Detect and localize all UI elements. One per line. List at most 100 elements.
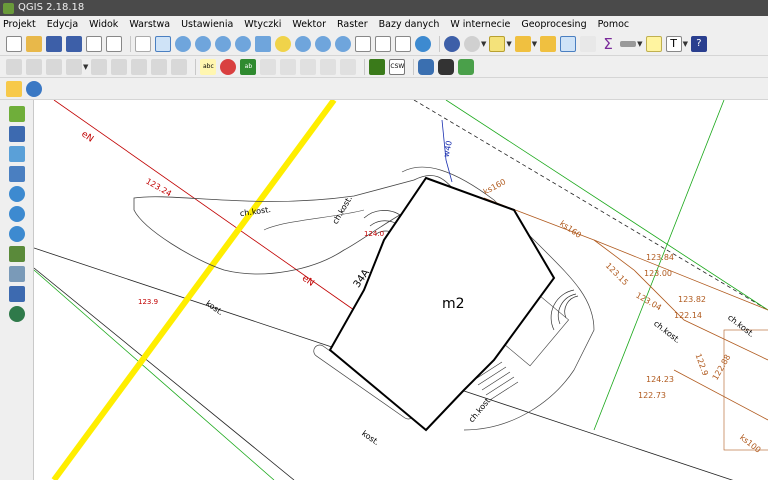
new-print-composer-icon[interactable]	[86, 35, 102, 52]
layers-plugin-icon[interactable]	[458, 58, 475, 75]
label-change-icon[interactable]	[300, 58, 317, 75]
save-project-icon[interactable]	[46, 35, 62, 52]
map-tips-icon[interactable]	[645, 35, 662, 52]
menu-edycja[interactable]: Edycja	[47, 19, 78, 30]
help-icon[interactable]: ?	[690, 35, 707, 52]
save-as-icon[interactable]	[66, 35, 82, 52]
chevron-down-icon[interactable]: ▼	[683, 40, 688, 48]
add-raster-layer-icon[interactable]	[8, 126, 25, 142]
chevron-down-icon[interactable]: ▼	[532, 40, 537, 48]
add-wfs-layer-icon[interactable]	[8, 226, 25, 242]
add-postgis-layer-icon[interactable]	[8, 146, 25, 162]
new-shapefile-icon[interactable]	[8, 286, 25, 302]
qgis-logo-icon	[3, 2, 14, 14]
open-project-icon[interactable]	[26, 35, 42, 52]
binoculars-icon[interactable]	[438, 58, 455, 75]
python-console-icon[interactable]	[418, 58, 435, 75]
menu-pomoc[interactable]: Pomoc	[598, 19, 630, 30]
run-action-icon[interactable]	[464, 35, 480, 52]
chevron-down-icon[interactable]: ▼	[481, 40, 486, 48]
menu-projekt[interactable]: Projekt	[3, 19, 36, 30]
menu-warstwa[interactable]: Warstwa	[129, 19, 170, 30]
add-geonode-icon[interactable]	[8, 306, 25, 322]
select-by-value-icon[interactable]	[514, 35, 531, 52]
menu-wektor[interactable]: Wektor	[292, 19, 326, 30]
chevron-down-icon[interactable]: ▼	[506, 40, 511, 48]
label-pin-icon[interactable]	[220, 58, 237, 75]
kost-label-2: kost.	[360, 429, 381, 447]
field-calculator-icon[interactable]	[580, 35, 597, 52]
label-show-hide-icon[interactable]	[320, 58, 337, 75]
chevron-down-icon[interactable]: ▼	[637, 40, 642, 48]
identify-icon[interactable]	[444, 35, 460, 52]
building-label: m2	[442, 296, 465, 312]
menu-widok[interactable]: Widok	[89, 19, 118, 30]
toolbar-separator	[130, 35, 131, 52]
pan-map-icon[interactable]	[155, 35, 171, 52]
label-highlight-icon[interactable]: ab	[240, 58, 257, 75]
menu-ustawienia[interactable]: Ustawienia	[181, 19, 233, 30]
menu-raster[interactable]: Raster	[337, 19, 368, 30]
composer-manager-icon[interactable]	[106, 35, 122, 52]
node-tool-icon[interactable]	[91, 58, 108, 75]
zoom-out-icon[interactable]	[215, 35, 231, 52]
text-annotation-icon[interactable]: T	[665, 35, 682, 52]
refresh-icon[interactable]	[415, 35, 431, 52]
measure-icon[interactable]	[620, 40, 637, 47]
layer-toolbar	[0, 100, 34, 480]
zoom-next-icon[interactable]	[335, 35, 351, 52]
en-label-mid: eN	[300, 274, 316, 289]
add-wms-layer-icon[interactable]	[8, 186, 25, 202]
delete-selected-icon[interactable]	[111, 58, 128, 75]
settings-gear-icon[interactable]	[26, 80, 42, 97]
menu-w-internecie[interactable]: W internecie	[450, 19, 510, 30]
chevron-down-icon[interactable]: ▼	[83, 63, 88, 71]
height-123-15: 123.15	[604, 261, 630, 287]
cut-features-icon[interactable]	[131, 58, 148, 75]
menu-wtyczki[interactable]: Wtyczki	[244, 19, 281, 30]
chkost-label-1: ch.kost.	[239, 205, 271, 218]
plugin-leaf-icon[interactable]	[369, 58, 386, 75]
label-move-icon[interactable]	[260, 58, 277, 75]
select-features-icon[interactable]	[489, 35, 506, 52]
new-map-view-icon[interactable]	[355, 35, 371, 52]
csw-icon[interactable]: CSW	[389, 58, 406, 75]
map-drawing[interactable]: m2 34A eN eN w40 ks160 ks160 ks100 123.2…	[34, 100, 768, 480]
utility-chamber-rect	[723, 329, 768, 451]
pan-to-selection-icon[interactable]	[175, 35, 191, 52]
deselect-icon[interactable]	[540, 35, 557, 52]
statistics-sigma-icon[interactable]: Σ	[600, 36, 616, 52]
ks100-label: ks100	[738, 433, 763, 455]
label-rotate-icon[interactable]	[280, 58, 297, 75]
entrance-arc	[564, 295, 579, 319]
toggle-editing-icon[interactable]	[26, 58, 42, 75]
add-feature-icon[interactable]	[66, 58, 82, 75]
zoom-selection-icon[interactable]	[275, 35, 291, 52]
menu-bazy-danych[interactable]: Bazy danych	[379, 19, 440, 30]
zoom-native-icon[interactable]	[235, 35, 251, 52]
add-vector-layer-icon[interactable]	[8, 106, 25, 122]
label-properties-icon[interactable]	[340, 58, 357, 75]
show-bookmarks-icon[interactable]	[395, 35, 411, 52]
add-wcs-layer-icon[interactable]	[8, 206, 25, 222]
pen-flag-icon[interactable]	[6, 80, 22, 97]
add-virtual-layer-icon[interactable]	[8, 266, 25, 282]
save-edits-icon[interactable]	[46, 58, 62, 75]
new-project-icon[interactable]	[6, 35, 22, 52]
label-abc-icon[interactable]: abc	[200, 58, 217, 75]
zoom-layer-icon[interactable]	[295, 35, 311, 52]
attribute-table-icon[interactable]	[560, 35, 577, 52]
pan-icon[interactable]	[135, 35, 151, 52]
zoom-last-icon[interactable]	[315, 35, 331, 52]
map-canvas[interactable]: m2 34A eN eN w40 ks160 ks160 ks100 123.2…	[34, 100, 768, 480]
copy-features-icon[interactable]	[151, 58, 168, 75]
paste-features-icon[interactable]	[171, 58, 188, 75]
zoom-in-icon[interactable]	[195, 35, 211, 52]
add-spatialite-layer-icon[interactable]	[8, 166, 25, 182]
current-edits-icon[interactable]	[6, 58, 22, 75]
bookmark-icon[interactable]	[375, 35, 391, 52]
menu-geoprocesing[interactable]: Geoprocesing	[521, 19, 586, 30]
zoom-full-icon[interactable]	[255, 35, 271, 52]
add-delimited-text-icon[interactable]	[8, 246, 25, 262]
kost-label-1: kost.	[204, 299, 225, 317]
